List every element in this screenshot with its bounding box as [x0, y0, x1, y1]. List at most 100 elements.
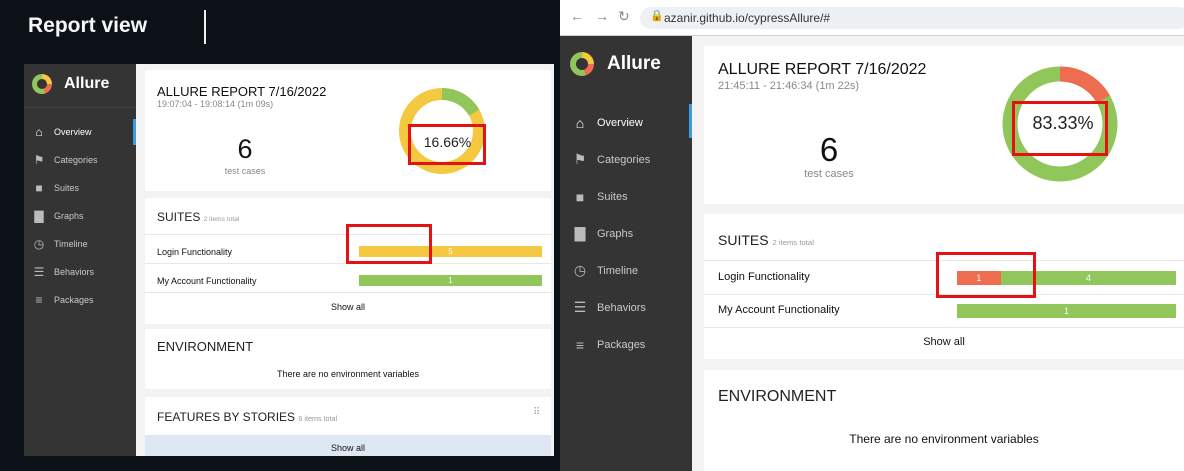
brand[interactable]: Allure	[32, 74, 109, 94]
suites-heading-label: SUITES	[718, 232, 769, 248]
allure-logo-icon	[32, 74, 52, 94]
nav-item-categories[interactable]: ⚑ Categories	[560, 141, 692, 178]
nav-item-packages[interactable]: ≡ Packages	[560, 326, 692, 363]
nav-item-packages[interactable]: ≡ Packages	[24, 286, 136, 314]
brand-divider	[24, 107, 136, 108]
brand-label: Allure	[64, 75, 110, 92]
nav-label: Suites	[54, 183, 80, 193]
suites-card: SUITES 2 items total Login Functionality…	[704, 214, 1184, 359]
nav-item-overview[interactable]: ⌂ Overview	[24, 118, 136, 146]
back-arrow-icon[interactable]: ←	[570, 8, 584, 24]
suites-heading: SUITES 2 items total	[157, 210, 239, 224]
report-title: ALLURE REPORT 7/16/2022	[157, 84, 327, 99]
bar-segment[interactable]: 1	[359, 275, 542, 286]
test-case-count-label: test cases	[224, 166, 266, 176]
flag-icon: ⚑	[33, 153, 45, 167]
highlight-box-bar	[346, 224, 432, 264]
left-panel: Report view Allure ⌂ Overview ⚑ Categories ■…	[0, 0, 560, 471]
test-case-count: 6	[237, 134, 253, 164]
environment-empty-text: There are no environment variables	[276, 369, 420, 379]
suite-name-login[interactable]: Login Functionality	[718, 271, 810, 283]
nav-item-overview[interactable]: ⌂ Overview	[560, 104, 692, 141]
row-divider	[704, 327, 1184, 328]
nav-item-timeline[interactable]: ◷ Timeline	[24, 230, 136, 258]
nav-item-categories[interactable]: ⚑ Categories	[24, 146, 136, 174]
nav-label: Overview	[54, 127, 92, 137]
align-left-icon: ≡	[35, 293, 43, 307]
nav-label: Behaviors	[597, 301, 646, 314]
bar-chart-icon: ▇	[574, 225, 586, 241]
logo-hole	[576, 58, 588, 70]
show-all-link[interactable]: Show all	[145, 302, 551, 312]
bar-chart-icon: ▇	[34, 209, 44, 223]
page-title: Report view	[28, 14, 148, 37]
right-panel: ← → ↻ 🔒 azanir.github.io/cypressAllure/#…	[560, 0, 1184, 471]
nav-item-suites[interactable]: ■ Suites	[24, 174, 136, 202]
features-show-all-link[interactable]: Show all	[145, 435, 551, 456]
flag-icon: ⚑	[573, 151, 587, 167]
nav-item-graphs[interactable]: ▇ Graphs	[560, 215, 692, 252]
nav-item-graphs[interactable]: ▇ Graphs	[24, 202, 136, 230]
nav-item-behaviors[interactable]: ☰ Behaviors	[24, 258, 136, 286]
environment-heading: ENVIRONMENT	[718, 388, 837, 405]
show-all-link[interactable]: Show all	[704, 336, 1184, 348]
environment-card: ENVIRONMENT There are no environment var…	[145, 329, 551, 389]
drag-handle-icon[interactable]: ⠿	[533, 407, 540, 418]
logo-hole	[37, 79, 47, 89]
suites-count: 2 items total	[203, 216, 240, 223]
brand[interactable]: Allure	[570, 52, 661, 76]
nav-label: Packages	[597, 338, 646, 351]
nav-label: Timeline	[54, 239, 88, 249]
list-icon: ☰	[573, 299, 587, 315]
test-case-count-label: test cases	[804, 168, 854, 180]
suites-count: 2 items total	[772, 238, 814, 247]
right-report: Allure ⌂ Overview ⚑ Categories ■ Suites ▇ Graph…	[560, 36, 1184, 471]
row-divider	[145, 292, 551, 293]
align-left-icon: ≡	[575, 336, 585, 353]
suite-bar-my-account[interactable]: 1	[957, 304, 1176, 318]
report-time: 19:07:04 - 19:08:14 (1m 09s)	[157, 99, 274, 109]
address-bar-url[interactable]: azanir.github.io/cypressAllure/#	[664, 11, 830, 25]
nav-label: Graphs	[597, 227, 634, 240]
sidebar: Allure ⌂ Overview ⚑ Categories ■ Suites ▇ Graph…	[560, 36, 692, 471]
active-nav-indicator	[133, 119, 136, 145]
environment-empty-text: There are no environment variables	[849, 432, 1039, 446]
nav-item-suites[interactable]: ■ Suites	[560, 178, 692, 215]
reload-icon[interactable]: ↻	[618, 8, 630, 25]
active-nav-indicator	[689, 104, 692, 138]
allure-logo-icon	[570, 52, 594, 76]
suite-name-my-account[interactable]: My Account Functionality	[718, 304, 840, 316]
suites-heading-label: SUITES	[157, 210, 201, 224]
forward-arrow-icon[interactable]: →	[595, 8, 609, 24]
highlight-box-percent	[1012, 101, 1108, 156]
summary-card: ALLURE REPORT 7/16/2022 21:45:11 - 21:46…	[704, 46, 1184, 204]
clock-icon: ◷	[33, 237, 45, 251]
nav-item-behaviors[interactable]: ☰ Behaviors	[560, 289, 692, 326]
bar-segment[interactable]: 1	[957, 304, 1176, 318]
briefcase-icon: ■	[35, 181, 43, 195]
browser-toolbar: ← → ↻ 🔒 azanir.github.io/cypressAllure/#	[560, 0, 1184, 36]
nav-label: Behaviors	[54, 267, 95, 277]
suites-card: SUITES 2 items total Login Functionality…	[145, 198, 551, 324]
title-divider	[204, 10, 206, 44]
features-card: FEATURES BY STORIES 6 items total ⠿ Show…	[145, 397, 551, 456]
report-time: 21:45:11 - 21:46:34 (1m 22s)	[718, 80, 860, 92]
briefcase-icon: ■	[575, 188, 585, 205]
nav-label: Packages	[54, 295, 94, 305]
nav-label: Suites	[597, 190, 628, 203]
home-icon: ⌂	[575, 114, 585, 131]
suite-name-my-account[interactable]: My Account Functionality	[157, 276, 257, 286]
suites-heading: SUITES 2 items total	[718, 232, 814, 248]
suite-name-login[interactable]: Login Functionality	[157, 247, 232, 257]
nav-item-timeline[interactable]: ◷ Timeline	[560, 252, 692, 289]
nav-label: Categories	[54, 155, 98, 165]
test-case-count: 6	[819, 131, 839, 168]
highlight-box-bar	[936, 252, 1036, 298]
suite-bar-my-account[interactable]: 1	[359, 275, 542, 286]
lock-icon: 🔒	[650, 10, 664, 22]
environment-card: ENVIRONMENT There are no environment var…	[704, 370, 1184, 471]
highlight-box-percent	[408, 124, 486, 165]
nav-label: Timeline	[597, 264, 639, 277]
clock-icon: ◷	[573, 262, 587, 278]
home-icon: ⌂	[35, 125, 43, 139]
